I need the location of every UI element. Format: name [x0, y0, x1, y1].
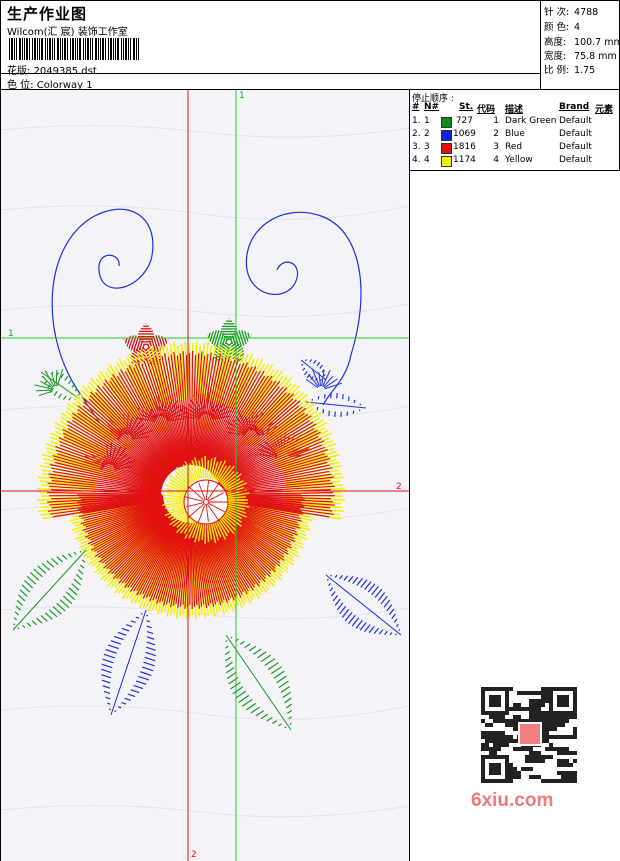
- stop-index: 1.: [412, 116, 421, 126]
- guide-red-h-label: 2: [396, 482, 402, 492]
- thread-brand: Default: [559, 129, 592, 139]
- company-name: Wilcom(汇 宸) 装饰工作室: [7, 27, 128, 38]
- stop-row: 3. 3 1816 3 Red Default: [410, 142, 620, 155]
- color-swatch: [441, 130, 452, 141]
- stat-scale: 比 例: 1.75: [544, 65, 596, 76]
- stitch-count: 1816: [453, 142, 476, 152]
- stop-row: 1. 1 727 1 Dark Green Default: [410, 116, 620, 129]
- color-code: 1: [493, 116, 499, 126]
- stat-width: 宽度: 75.8 mm: [544, 51, 617, 62]
- watermark: 6xiu.com: [471, 790, 554, 811]
- stop-index: 2.: [412, 129, 421, 139]
- color-code: 4: [493, 155, 499, 165]
- stat-colors: 颜 色: 4: [544, 22, 581, 33]
- color-description: Yellow: [505, 155, 533, 165]
- qr-code: [471, 681, 587, 793]
- header-info: 生产作业图 Wilcom(汇 宸) 装饰工作室 花版: 2049385.dst …: [1, 1, 541, 91]
- color-swatch: [441, 117, 452, 128]
- stitch-count: 727: [455, 116, 473, 126]
- guide-red-v-label: 2: [191, 850, 197, 860]
- stop-sequence-panel: 停止顺序 : # N# St. 代码 描述 Brand 元素 1. 1 727 1 Da…: [410, 90, 620, 171]
- stop-index: 4.: [412, 155, 421, 165]
- color-swatch: [441, 143, 452, 154]
- thread-brand: Default: [559, 155, 592, 165]
- stitch-count: 1174: [453, 155, 476, 165]
- design-canvas[interactable]: 1 1 2 2: [1, 90, 410, 861]
- stop-row: 2. 2 1069 2 Blue Default: [410, 129, 620, 142]
- stop-number: 4: [424, 155, 430, 165]
- stitch-count: 1069: [453, 129, 476, 139]
- barcode: [9, 38, 139, 60]
- production-sheet: 生产作业图 Wilcom(汇 宸) 装饰工作室 花版: 2049385.dst …: [0, 0, 620, 861]
- thread-brand: Default: [559, 142, 592, 152]
- stat-stitches: 针 次: 4788: [544, 7, 599, 18]
- stop-row: 4. 4 1174 4 Yellow Default: [410, 155, 620, 168]
- sheet-title: 生产作业图: [7, 5, 88, 23]
- design-stats: 针 次: 4788 颜 色: 4 高度: 100.7 mm 宽度: 75.8 m…: [541, 1, 620, 90]
- guide-green-v-label: 1: [239, 91, 245, 101]
- guide-green-h-label: 1: [8, 329, 14, 339]
- stat-height: 高度: 100.7 mm: [544, 37, 620, 48]
- color-code: 2: [493, 129, 499, 139]
- divider: [1, 73, 540, 74]
- color-description: Red: [505, 142, 523, 152]
- color-description: Blue: [505, 129, 525, 139]
- stop-index: 3.: [412, 142, 421, 152]
- embroidery-preview: 1 1 2 2: [1, 90, 409, 861]
- stop-number: 3: [424, 142, 430, 152]
- color-description: Dark Green: [505, 116, 557, 126]
- stop-number: 2: [424, 129, 430, 139]
- colorway: 色 位: Colorway 1: [7, 76, 93, 91]
- thread-brand: Default: [559, 116, 592, 126]
- color-swatch: [441, 156, 452, 167]
- design-file: 花版: 2049385.dst: [7, 62, 97, 77]
- stop-number: 1: [424, 116, 430, 126]
- color-code: 3: [493, 142, 499, 152]
